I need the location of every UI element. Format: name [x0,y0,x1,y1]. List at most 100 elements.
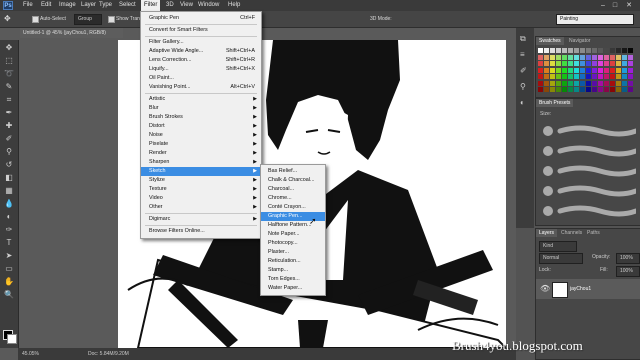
color-swatch[interactable] [616,87,621,92]
tab-brush-presets[interactable]: Brush Presets [536,99,574,107]
color-swatch[interactable] [592,80,597,86]
tab-navigator[interactable]: Navigator [566,37,593,45]
color-swatch[interactable] [556,87,561,92]
color-swatch[interactable] [628,67,633,73]
color-swatch[interactable] [586,61,591,66]
move-tool-icon[interactable]: ✥ [3,42,15,53]
color-swatch[interactable] [598,80,603,86]
color-swatch[interactable] [568,61,573,66]
color-swatch[interactable] [550,80,555,86]
color-swatch[interactable] [550,61,555,66]
color-swatch[interactable] [586,48,591,53]
color-swatch[interactable] [628,61,633,66]
filter-menu-item-video[interactable]: Video ▶ [141,194,261,203]
sketch-menu-item-13[interactable]: Water Paper... [261,284,325,293]
color-swatch[interactable] [544,67,549,73]
filter-menu-item-texture[interactable]: Texture ▶ [141,185,261,194]
filter-menu-item-lens-correction[interactable]: Lens Correction... Shift+Ctrl+R [141,56,261,65]
filter-menu-item-artistic[interactable]: Artistic ▶ [141,95,261,104]
brush-list[interactable] [540,121,639,221]
color-swatch[interactable] [616,61,621,66]
color-swatch[interactable] [592,74,597,79]
color-swatch[interactable] [538,67,543,73]
color-swatch[interactable] [574,80,579,86]
filter-menu-item-filter-gallery[interactable]: Filter Gallery... [141,38,261,47]
clone-source-icon[interactable]: ⚲ [520,82,526,91]
color-swatch[interactable] [544,54,549,60]
filter-menu-item-render[interactable]: Render ▶ [141,149,261,158]
color-swatch[interactable] [538,48,543,53]
show-transform-checkbox[interactable] [108,16,115,23]
color-swatch[interactable] [550,74,555,79]
color-swatch[interactable] [622,80,627,86]
healing-tool-icon[interactable]: ✚ [3,120,15,131]
menu-help[interactable]: Help [225,0,243,11]
color-swatch[interactable] [622,67,627,73]
filter-menu-item-noise[interactable]: Noise ▶ [141,131,261,140]
color-swatch[interactable] [586,67,591,73]
color-swatch[interactable] [604,48,609,53]
color-swatch[interactable] [562,67,567,73]
sketch-menu-item-12[interactable]: Torn Edges... [261,275,325,284]
filter-menu-item-digimarc[interactable]: Digimarc ▶ [141,215,261,224]
pen-tool-icon[interactable]: ✑ [3,224,15,235]
maximize-button[interactable]: □ [610,1,620,10]
color-swatch[interactable] [610,87,615,92]
color-swatch[interactable] [574,61,579,66]
color-swatch[interactable] [604,54,609,60]
sketch-menu-item-0[interactable]: Bas Relief... [261,167,325,176]
background-color-swatch[interactable] [7,334,17,344]
color-swatch[interactable] [580,48,585,53]
brush-panel-icon[interactable]: ✐ [520,66,527,75]
blur-tool-icon[interactable]: 💧 [3,198,15,209]
marquee-tool-icon[interactable]: ⬚ [3,55,15,66]
color-swatch[interactable] [598,74,603,79]
color-swatch[interactable] [568,74,573,79]
properties-icon[interactable]: ≡ [520,50,525,59]
fill-input[interactable]: 100% [616,266,640,277]
filter-menu-item-oil-paint[interactable]: Oil Paint... [141,74,261,83]
layer-name[interactable]: jayChou1 [570,286,591,292]
color-swatch[interactable] [544,74,549,79]
color-swatch[interactable] [598,87,603,92]
menu-window[interactable]: Window [195,0,222,11]
gradient-tool-icon[interactable]: ▦ [3,185,15,196]
filter-menu-item-distort[interactable]: Distort ▶ [141,122,261,131]
shape-tool-icon[interactable]: ▭ [3,263,15,274]
zoom-level[interactable]: 45.05% [22,348,39,360]
color-swatch[interactable] [562,48,567,53]
group-select[interactable]: Group [74,14,102,25]
lasso-tool-icon[interactable]: ➰ [3,68,15,79]
layer-filter-kind[interactable]: Kind [539,241,577,252]
color-swatch[interactable] [562,54,567,60]
color-swatch[interactable] [616,74,621,79]
color-swatch[interactable] [538,80,543,86]
color-swatch[interactable] [574,74,579,79]
swatch-grid[interactable] [538,48,638,94]
zoom-tool-icon[interactable]: 🔍 [3,289,15,300]
document-tab[interactable]: Untitled-1 @ 45% (jayChou1, RGB/8) [20,28,123,38]
color-swatch[interactable] [622,54,627,60]
color-swatch[interactable] [550,67,555,73]
dodge-tool-icon[interactable]: ◐ [3,211,15,222]
sketch-menu-item-7[interactable]: Note Paper... [261,230,325,239]
color-swatch[interactable] [550,54,555,60]
color-swatch[interactable] [574,54,579,60]
type-tool-icon[interactable]: T [3,237,15,248]
color-swatch[interactable] [580,87,585,92]
layer-row[interactable]: 👁 jayChou1 [536,279,640,299]
color-swatch[interactable] [604,74,609,79]
clone-stamp-tool-icon[interactable]: ⚲ [3,146,15,157]
color-swatch[interactable] [580,74,585,79]
color-swatch[interactable] [586,87,591,92]
history-brush-tool-icon[interactable]: ↺ [3,159,15,170]
sketch-menu-item-1[interactable]: Chalk & Charcoal... [261,176,325,185]
color-swatch[interactable] [628,87,633,92]
color-swatch[interactable] [568,48,573,53]
menu-3d[interactable]: 3D [163,0,177,11]
sketch-menu-item-2[interactable]: Charcoal... [261,185,325,194]
sketch-menu-item-9[interactable]: Plaster... [261,248,325,257]
color-swatch[interactable] [628,48,633,53]
color-swatch[interactable] [598,48,603,53]
minimize-button[interactable]: – [598,1,608,10]
